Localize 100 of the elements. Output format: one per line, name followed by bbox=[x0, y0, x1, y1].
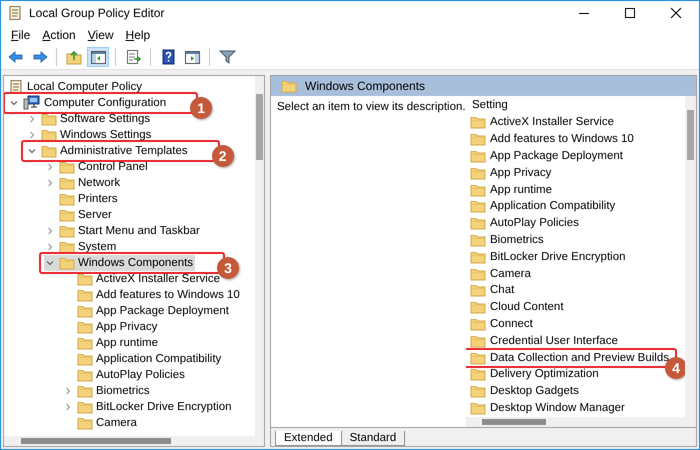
setting-item[interactable]: Chat bbox=[470, 283, 514, 298]
setting-item[interactable]: Application Compatibility bbox=[470, 199, 616, 214]
menu-item[interactable]: Action bbox=[36, 28, 82, 42]
folder-icon bbox=[470, 350, 486, 365]
export-list-icon bbox=[124, 49, 142, 65]
folder-icon bbox=[59, 224, 75, 238]
folder-icon bbox=[77, 352, 93, 366]
setting-item[interactable]: Desktop Gadgets bbox=[470, 384, 579, 398]
folder-icon bbox=[470, 132, 486, 146]
folder-icon bbox=[77, 272, 93, 286]
setting-item[interactable]: Desktop Window Manager bbox=[470, 400, 625, 415]
expand-chevron-icon[interactable] bbox=[27, 146, 37, 156]
horizontal-scrollbar[interactable] bbox=[466, 417, 685, 427]
tree-item[interactable]: Administrative Templates bbox=[26, 143, 190, 159]
expand-chevron-icon[interactable] bbox=[45, 258, 55, 268]
filter-icon bbox=[218, 49, 236, 65]
setting-item[interactable]: Delivery Optimization bbox=[470, 367, 599, 382]
folder-icon bbox=[470, 367, 486, 382]
tree-item[interactable]: App Privacy bbox=[62, 319, 160, 335]
tree-item[interactable]: Control Panel bbox=[44, 159, 150, 175]
folder-icon bbox=[59, 176, 75, 190]
setting-item[interactable]: AutoPlay Policies bbox=[470, 216, 579, 230]
tree-item[interactable]: System bbox=[44, 239, 118, 255]
computer-icon bbox=[23, 95, 41, 111]
folder-icon bbox=[470, 148, 486, 163]
tree-item[interactable]: Software Settings bbox=[26, 111, 152, 127]
folder-icon bbox=[77, 304, 93, 318]
collapse-chevron-icon[interactable] bbox=[27, 130, 37, 140]
tree-item[interactable]: Application Compatibility bbox=[62, 351, 224, 367]
tree-item[interactable]: Computer Configuration bbox=[8, 95, 168, 111]
folder-icon bbox=[59, 256, 75, 270]
tree-item[interactable]: App runtime bbox=[62, 335, 160, 351]
tree-item[interactable]: Network bbox=[44, 175, 122, 191]
back-arrow-icon bbox=[6, 49, 24, 65]
tree-item[interactable]: Start Menu and Taskbar bbox=[44, 223, 202, 239]
column-header[interactable]: Setting bbox=[472, 99, 508, 111]
setting-item[interactable]: Cloud Content bbox=[470, 300, 564, 314]
folder-up-icon bbox=[66, 49, 82, 65]
folder-icon bbox=[470, 216, 486, 230]
folder-icon bbox=[470, 283, 486, 298]
folder-icon bbox=[77, 288, 93, 302]
tree-item[interactable]: AutoPlay Policies bbox=[62, 367, 187, 383]
setting-item[interactable]: ActiveX Installer Service bbox=[470, 115, 614, 130]
collapse-chevron-icon[interactable] bbox=[45, 242, 55, 252]
setting-item[interactable]: Biometrics bbox=[470, 232, 544, 247]
setting-item[interactable]: App Privacy bbox=[470, 166, 552, 180]
vertical-scrollbar[interactable] bbox=[255, 76, 264, 436]
tree-item[interactable]: Local Computer Policy bbox=[8, 79, 144, 95]
view-tab[interactable]: Standard bbox=[340, 431, 406, 446]
setting-item[interactable]: Add features to Windows 10 bbox=[470, 132, 634, 146]
setting-item[interactable]: Camera bbox=[470, 266, 531, 281]
folder-icon bbox=[41, 144, 57, 158]
setting-item[interactable]: Connect bbox=[470, 316, 533, 331]
step-number: 1 bbox=[190, 97, 212, 119]
folder-icon bbox=[77, 400, 93, 414]
pane-toggle-button[interactable] bbox=[87, 47, 109, 67]
expand-chevron-icon[interactable] bbox=[9, 98, 19, 108]
tree-item[interactable]: Camera bbox=[62, 415, 139, 431]
setting-item[interactable]: Credential User Interface bbox=[470, 334, 618, 348]
folder-icon bbox=[77, 384, 93, 398]
collapse-chevron-icon[interactable] bbox=[45, 178, 55, 188]
vertical-scrollbar[interactable] bbox=[685, 96, 696, 427]
collapse-chevron-icon[interactable] bbox=[27, 114, 37, 124]
menu-item[interactable]: Help bbox=[120, 28, 156, 42]
folder-icon bbox=[77, 320, 93, 334]
collapse-chevron-icon[interactable] bbox=[45, 162, 55, 172]
folder-icon bbox=[77, 368, 93, 382]
folder-icon bbox=[470, 384, 486, 398]
setting-item[interactable]: App Package Deployment bbox=[470, 148, 623, 163]
folder-icon bbox=[470, 316, 486, 331]
tree-item[interactable]: Windows Settings bbox=[26, 127, 154, 143]
tree-item[interactable]: Add features to Windows 10 bbox=[62, 287, 242, 303]
window-title: Local Group Policy Editor bbox=[29, 6, 166, 20]
collapse-chevron-icon[interactable] bbox=[63, 402, 73, 412]
folder-icon bbox=[470, 199, 486, 214]
pane-toggle-icon bbox=[90, 49, 106, 65]
tree-item[interactable]: BitLocker Drive Encryption bbox=[62, 399, 234, 415]
menu-item[interactable]: View bbox=[82, 28, 120, 42]
folder-icon bbox=[59, 192, 75, 206]
folder-icon bbox=[59, 160, 75, 174]
folder-icon bbox=[41, 128, 57, 142]
document-icon bbox=[7, 5, 23, 21]
tree-item[interactable]: App Package Deployment bbox=[62, 303, 231, 319]
setting-item[interactable]: BitLocker Drive Encryption bbox=[470, 250, 626, 264]
horizontal-scrollbar[interactable] bbox=[4, 436, 264, 446]
folder-icon bbox=[470, 166, 486, 180]
tree-item[interactable]: Biometrics bbox=[62, 383, 152, 399]
view-tab[interactable]: Extended bbox=[275, 431, 342, 446]
menu-item[interactable]: File bbox=[5, 28, 36, 42]
folder-icon bbox=[59, 240, 75, 254]
tree-item[interactable]: Windows Components bbox=[44, 255, 196, 271]
tree-item[interactable]: Printers bbox=[44, 191, 120, 207]
collapse-chevron-icon[interactable] bbox=[45, 226, 55, 236]
collapse-chevron-icon[interactable] bbox=[63, 386, 73, 396]
description-text: Select an item to view its description. bbox=[277, 101, 466, 113]
document-icon bbox=[8, 79, 24, 95]
folder-icon bbox=[470, 250, 486, 264]
tree-item[interactable]: Server bbox=[44, 207, 114, 223]
setting-item[interactable]: App runtime bbox=[470, 182, 552, 197]
panel-title: Windows Components bbox=[305, 79, 426, 93]
